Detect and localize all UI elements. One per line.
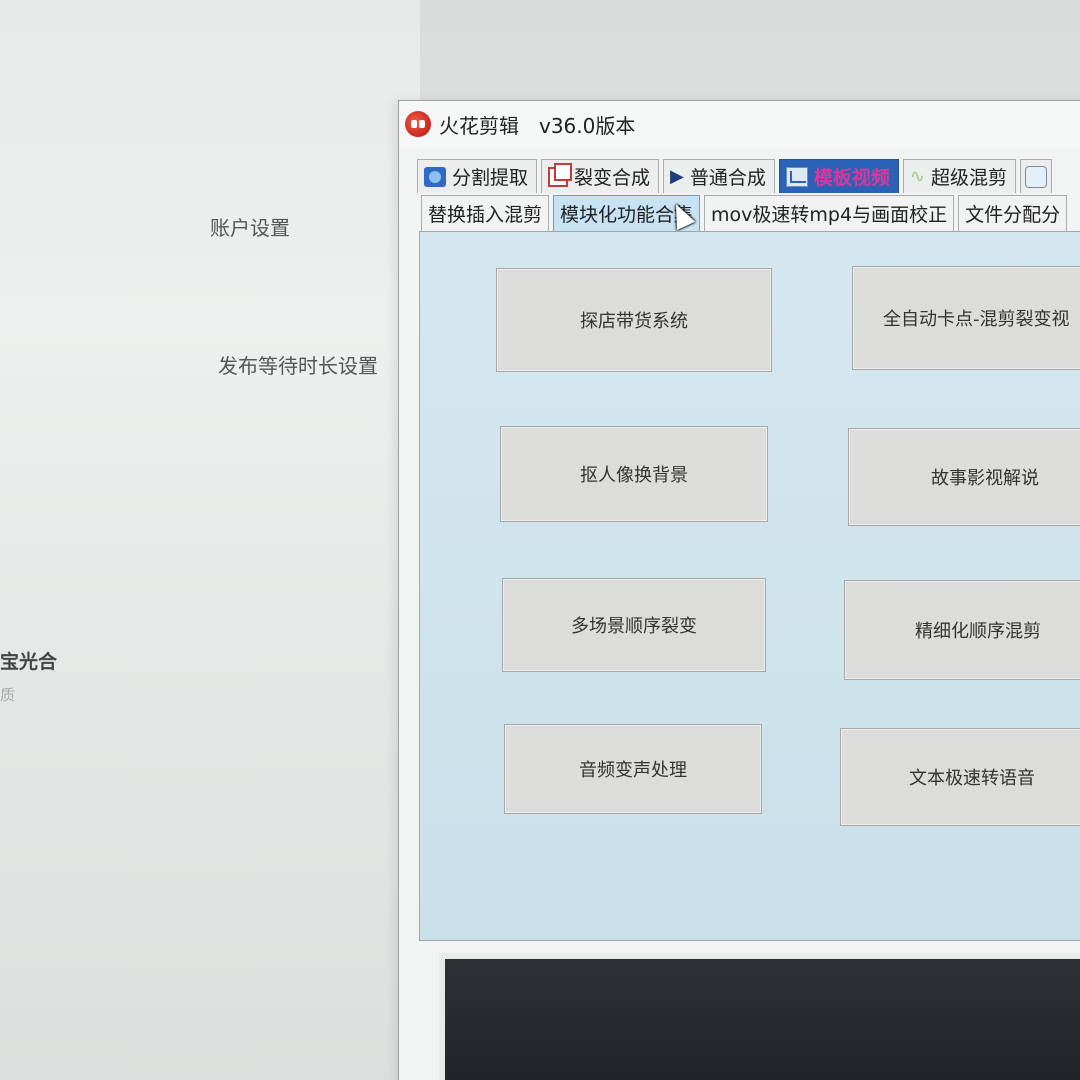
account-settings-label[interactable]: 账户设置	[210, 212, 290, 241]
tab-label: 模板视频	[813, 167, 890, 189]
app-logo-icon	[405, 111, 431, 137]
audio-voice-change-button[interactable]: 音频变声处理	[504, 724, 762, 814]
tab-more[interactable]	[1020, 159, 1053, 193]
wave-icon: ∿	[909, 166, 925, 187]
side-text: 宝光合	[0, 651, 58, 673]
tab-super-mix[interactable]: ∿ 超级混剪	[902, 159, 1017, 193]
tab-label: 超级混剪	[931, 167, 1008, 189]
film-icon	[424, 166, 446, 187]
tab-label: 分割提取	[452, 167, 529, 189]
preview-pane	[439, 953, 1080, 1080]
multi-scene-fission-button[interactable]: 多场景顺序裂变	[502, 578, 766, 672]
copy-icon	[548, 162, 573, 187]
fine-sequence-mix-button[interactable]: 精细化顺序混剪	[844, 580, 1080, 680]
tab-split-extract[interactable]: 分割提取	[417, 159, 538, 193]
tab-template-video[interactable]: 模板视频	[778, 159, 899, 193]
tab-label: 裂变合成	[574, 167, 651, 189]
store-visit-sales-button[interactable]: 探店带货系统	[496, 268, 772, 372]
tab-file-distribution[interactable]: 文件分配分	[958, 195, 1068, 231]
tab-fission-compose[interactable]: 裂变合成	[541, 159, 660, 193]
modular-functions-panel: 探店带货系统 全自动卡点-混剪裂变视 抠人像换背景 故事影视解说 多场景顺序裂变…	[419, 231, 1080, 941]
auto-beat-mix-button[interactable]: 全自动卡点-混剪裂变视	[852, 266, 1080, 370]
app-version: v36.0版本	[539, 113, 636, 138]
portrait-background-button[interactable]: 抠人像换背景	[500, 426, 768, 522]
tab-label: 普通合成	[689, 167, 766, 189]
primary-tab-bar: 分割提取 裂变合成 ▶ 普通合成 模板视频 ∿ 超级混剪	[417, 159, 1053, 193]
tab-normal-compose[interactable]: ▶ 普通合成	[663, 159, 775, 193]
background-settings-page: 账户设置 发布等待时长设置 宝光合 质	[0, 0, 420, 1080]
publish-wait-settings-label[interactable]: 发布等待时长设置	[218, 350, 378, 379]
tab-replace-insert-mix[interactable]: 替换插入混剪	[421, 195, 550, 231]
app-title: 火花剪辑	[439, 113, 519, 138]
secondary-tab-bar: 替换插入混剪 模块化功能合集 mov极速转mp4与画面校正 文件分配分	[421, 195, 1068, 231]
tab-mov-to-mp4[interactable]: mov极速转mp4与画面校正	[704, 195, 955, 231]
text-to-speech-button[interactable]: 文本极速转语音	[840, 728, 1080, 826]
app-window: 火花剪辑 v36.0版本 分割提取 裂变合成 ▶ 普通合成 模板视频 ∿ 超级混…	[398, 100, 1080, 1080]
story-film-commentary-button[interactable]: 故事影视解说	[848, 428, 1080, 526]
side-faint-text: 质	[0, 686, 16, 704]
play-icon: ▶	[670, 166, 684, 187]
chart-icon	[785, 166, 808, 187]
title-bar[interactable]: 火花剪辑 v36.0版本	[399, 101, 1080, 147]
more-tab-icon	[1025, 165, 1048, 188]
